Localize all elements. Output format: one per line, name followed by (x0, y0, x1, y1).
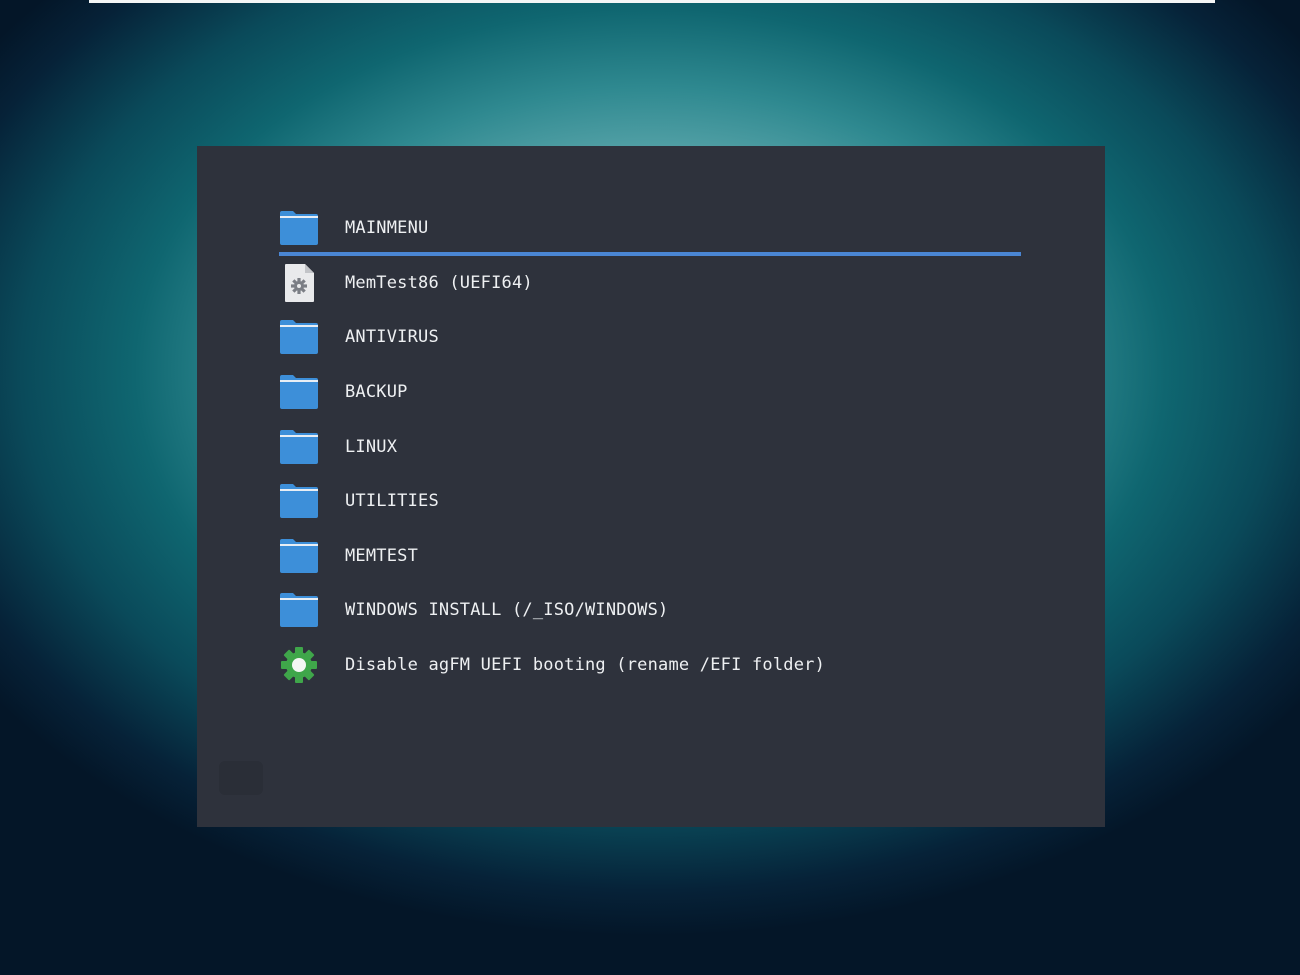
folder-icon (279, 372, 319, 412)
faint-shadow-mark (219, 761, 263, 795)
folder-icon (279, 208, 319, 248)
menu-item-backup[interactable]: BACKUP (279, 365, 1021, 420)
menu-item-antivirus[interactable]: ANTIVIRUS (279, 310, 1021, 365)
menu-item-label: WINDOWS INSTALL (/_ISO/WINDOWS) (345, 600, 669, 621)
settings-file-icon (279, 263, 319, 303)
menu-item-label: MAINMENU (345, 218, 429, 239)
menu-item-disable-agfm-uefi[interactable]: Disable agFM UEFI booting (rename /EFI f… (279, 638, 1021, 693)
menu-item-memtest[interactable]: MEMTEST (279, 529, 1021, 584)
menu-item-memtest86-uefi64[interactable]: MemTest86 (UEFI64) (279, 256, 1021, 311)
folder-icon (279, 536, 319, 576)
menu-item-label: Disable agFM UEFI booting (rename /EFI f… (345, 655, 826, 676)
folder-icon (279, 481, 319, 521)
boot-menu-list: MAINMENU MemTest86 (UEFI64) ANTIVIRUS BA… (279, 201, 1021, 692)
gear-icon (279, 645, 319, 685)
folder-icon (279, 317, 319, 357)
boot-menu-panel: MAINMENU MemTest86 (UEFI64) ANTIVIRUS BA… (197, 146, 1105, 827)
folder-icon (279, 590, 319, 630)
menu-item-mainmenu[interactable]: MAINMENU (279, 201, 1021, 256)
menu-item-windows-install[interactable]: WINDOWS INSTALL (/_ISO/WINDOWS) (279, 583, 1021, 638)
top-border-bar (89, 0, 1215, 3)
menu-item-label: UTILITIES (345, 491, 439, 512)
menu-item-label: BACKUP (345, 382, 408, 403)
menu-item-linux[interactable]: LINUX (279, 419, 1021, 474)
menu-item-label: ANTIVIRUS (345, 327, 439, 348)
menu-item-label: MemTest86 (UEFI64) (345, 272, 533, 293)
menu-item-label: MEMTEST (345, 545, 419, 566)
menu-item-label: LINUX (345, 436, 398, 457)
menu-item-utilities[interactable]: UTILITIES (279, 474, 1021, 529)
folder-icon (279, 427, 319, 467)
